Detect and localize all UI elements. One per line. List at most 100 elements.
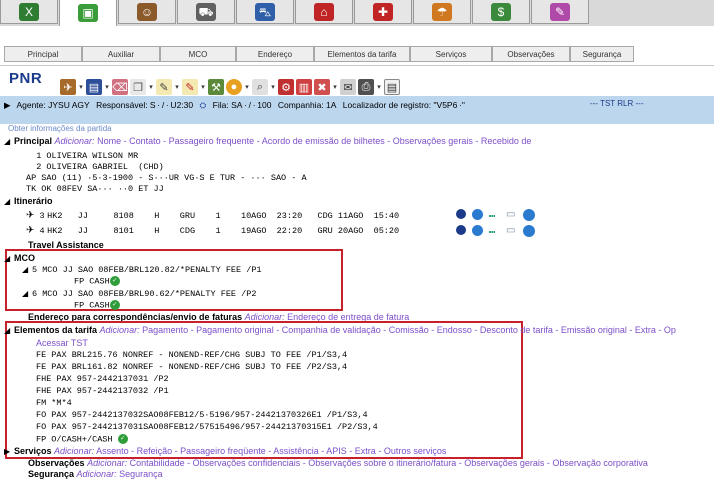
add-security-link[interactable]: Segurança	[119, 469, 163, 479]
add-endorsement-link[interactable]: Endosso	[437, 325, 472, 335]
module-tab-box-module[interactable]: ▣	[59, 0, 117, 26]
chevron-down-icon[interactable]: ▾	[104, 83, 110, 91]
add-other-services-link[interactable]: Outros serviços	[384, 446, 447, 456]
module-tab-notes-module[interactable]: ✎	[531, 0, 589, 24]
add-original-issue-link[interactable]: Emissão original	[561, 325, 627, 335]
coin-icon[interactable]: ●	[226, 79, 242, 95]
module-tab-hotel-module[interactable]: ⌂	[295, 0, 353, 24]
cancel-ticket-icon[interactable]: ✖	[314, 79, 330, 95]
collapse-arrow-icon[interactable]: ◢	[4, 137, 14, 146]
collapse-arrow-icon[interactable]: ◢	[22, 265, 32, 274]
fare-element-line[interactable]: FE PAX BRL161.82 NONREF - NONEND-REF/CHG…	[36, 362, 347, 372]
edit-icon[interactable]: ✎	[156, 79, 172, 95]
tab-seguranca[interactable]: Segurança	[570, 46, 634, 62]
expand-arrow-icon[interactable]: ▶	[4, 100, 11, 110]
e-ticket-icon[interactable]	[472, 209, 483, 220]
printer-icon[interactable]: ⎙	[358, 79, 374, 95]
module-tab-excel-module[interactable]: X	[0, 0, 58, 24]
collapse-arrow-icon[interactable]: ◢	[4, 326, 14, 335]
module-tab-people-module[interactable]: ☺	[118, 0, 176, 24]
chevron-down-icon[interactable]: ▾	[78, 83, 84, 91]
module-tab-car2-module[interactable]: ⛍	[236, 0, 294, 24]
add-corporate-remark-link[interactable]: Observação corporativa	[552, 458, 648, 468]
add-accounting-link[interactable]: Contabilidade	[130, 458, 185, 468]
tab-observacoes[interactable]: Observações	[492, 46, 570, 62]
tab-auxiliar[interactable]: Auxiliar	[82, 46, 160, 62]
fare-element-line[interactable]: FO PAX 957-2442137031SAO08FEB12/57515496…	[36, 422, 378, 432]
add-general-remarks-link[interactable]: Observações gerais	[393, 136, 473, 146]
add-general-remarks-link[interactable]: Observações gerais	[464, 458, 544, 468]
itinerary-row[interactable]: ✈ 4 HK2 JJ 8101 H CDG 1 19AGO 22:20 GRU …	[26, 225, 399, 236]
add-received-from-link[interactable]: Recebido de	[481, 136, 532, 146]
passenger-line[interactable]: 1 OLIVEIRA WILSON MR	[26, 151, 138, 161]
module-tab-car-module[interactable]: ⛟	[177, 0, 235, 24]
itinerary-row[interactable]: ✈ 3 HK2 JJ 8108 H GRU 1 10AGO 23:20 CDG …	[26, 210, 399, 221]
document-search-icon[interactable]: ⌕	[252, 79, 268, 95]
add-frequent-flyer-link[interactable]: Passageiro freqüente	[180, 446, 266, 456]
add-fare-discount-link[interactable]: Desconto de tarifa	[480, 325, 553, 335]
envelope-icon[interactable]: ✉	[340, 79, 356, 95]
tab-mco[interactable]: MCO	[160, 46, 236, 62]
add-seat-link[interactable]: Assento	[96, 446, 129, 456]
save-icon[interactable]: ▤	[86, 79, 102, 95]
access-tst-link[interactable]: Acessar TST	[36, 338, 88, 348]
world-icon[interactable]	[456, 209, 466, 219]
tab-elementos-da-tarifa[interactable]: Elementos da tarifa	[314, 46, 410, 62]
tools-icon[interactable]: ⚒	[208, 79, 224, 95]
card-icon[interactable]: ▭	[506, 225, 517, 236]
queue-icon[interactable]: ⚙	[278, 79, 294, 95]
add-assistance-link[interactable]: Assistência	[273, 446, 319, 456]
fare-element-line[interactable]: FO PAX 957-2442137032SAO08FEB12/5·5196/9…	[36, 410, 368, 420]
info-icon[interactable]	[523, 209, 535, 221]
copy-icon[interactable]: ❐	[130, 79, 146, 95]
office-icon[interactable]: ⛭	[199, 100, 206, 110]
fare-element-line[interactable]: FHE PAX 957-2442137031 /P2	[36, 374, 169, 384]
expand-arrow-icon[interactable]: ▶	[4, 447, 14, 456]
ticketing-line[interactable]: TK OK 08FEV SA··· ··0 ET JJ	[26, 184, 164, 194]
seat-icon[interactable]: ⑉	[489, 225, 500, 236]
add-confidential-remarks-link[interactable]: Observações confidenciais	[193, 458, 301, 468]
add-extra-link[interactable]: Extra	[355, 446, 376, 456]
collapse-arrow-icon[interactable]: ◢	[4, 197, 14, 206]
chevron-down-icon[interactable]: ▾	[270, 83, 276, 91]
seat-icon[interactable]: ⑉	[489, 209, 500, 220]
add-frequent-flyer-link[interactable]: Passageiro frequente	[169, 136, 255, 146]
add-contact-link[interactable]: Contato	[129, 136, 161, 146]
contact-line[interactable]: AP SAO (11) ·5·3-1900 - S···UR VG·S E TU…	[26, 173, 307, 183]
collapse-arrow-icon[interactable]: ◢	[22, 289, 32, 298]
departure-info-link[interactable]: Obter informações da partida	[8, 124, 112, 133]
tst-rlr-link[interactable]: --- TST RLR ---	[590, 99, 643, 108]
mco-entry[interactable]: ◢ 6 MCO JJ SAO 08FEB/BRL90.62/*PENALTY FE…	[22, 288, 256, 299]
add-op-link[interactable]: Op	[664, 325, 676, 335]
edit-red-icon[interactable]: ✎	[182, 79, 198, 95]
e-ticket-icon[interactable]	[472, 225, 483, 236]
add-meal-link[interactable]: Refeição	[137, 446, 173, 456]
itinerary-icon[interactable]: ✈	[60, 79, 76, 95]
world-icon[interactable]	[456, 225, 466, 235]
tab-servicos[interactable]: Serviços	[410, 46, 492, 62]
add-ticketing-agreement-link[interactable]: Acordo de emissão de bilhetes	[262, 136, 385, 146]
fare-element-line[interactable]: FHE PAX 957-2442137032 /P1	[36, 386, 169, 396]
fare-element-line[interactable]: FE PAX BRL215.76 NONREF - NONEND-REF/CHG…	[36, 350, 347, 360]
fare-element-line[interactable]: FP O/CASH+/CASH ✓	[36, 434, 128, 444]
chevron-down-icon[interactable]: ▾	[174, 83, 180, 91]
passenger-line[interactable]: 2 OLIVEIRA GABRIEL (CHD)	[26, 162, 164, 172]
fare-element-line[interactable]: FM *M*4	[36, 398, 72, 408]
add-payment-link[interactable]: Pagamento	[142, 325, 188, 335]
chevron-down-icon[interactable]: ▾	[244, 83, 250, 91]
module-tab-money-module[interactable]: $	[472, 0, 530, 24]
ticket-icon[interactable]: ▥	[296, 79, 312, 95]
add-commission-link[interactable]: Comissão	[389, 325, 429, 335]
add-itinerary-remarks-link[interactable]: Observações sobre o itinerário/fatura	[308, 458, 456, 468]
tab-endereco[interactable]: Endereço	[236, 46, 314, 62]
chevron-down-icon[interactable]: ▾	[148, 83, 154, 91]
add-name-link[interactable]: Nome	[97, 136, 121, 146]
card-icon[interactable]: ▭	[506, 209, 517, 220]
mco-entry[interactable]: ◢ 5 MCO JJ SAO 08FEB/BRL120.82/*PENALTY F…	[22, 264, 262, 275]
add-extra-link[interactable]: Extra	[635, 325, 656, 335]
add-validating-carrier-link[interactable]: Companhia de validação	[282, 325, 381, 335]
module-tab-person-plus-module[interactable]: ✚	[354, 0, 412, 24]
info-icon[interactable]	[523, 225, 535, 237]
add-original-payment-link[interactable]: Pagamento original	[196, 325, 274, 335]
eraser-icon[interactable]: ⌫	[112, 79, 128, 95]
